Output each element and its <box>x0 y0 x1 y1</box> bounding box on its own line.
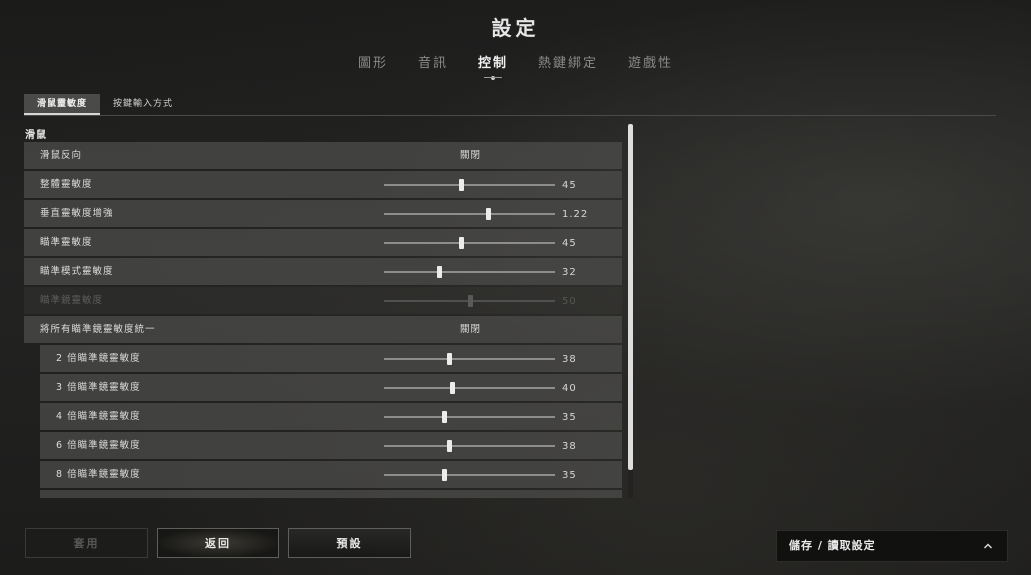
slider-track[interactable] <box>384 237 555 249</box>
apply-button[interactable]: 套用 <box>25 528 148 558</box>
reset-defaults-button[interactable]: 預設 <box>288 528 411 558</box>
slider-handle[interactable] <box>436 266 442 278</box>
subtab-mouse-sensitivity[interactable]: 滑鼠靈敏度 <box>24 94 101 115</box>
settings-category-tabs: 圖形 音訊 控制 熱鍵綁定 遊戲性 <box>0 52 1031 71</box>
slider-value: 35 <box>562 470 577 481</box>
toggle-row[interactable]: 滑鼠反向 關閉 <box>24 142 622 169</box>
tab-controls[interactable]: 控制 <box>476 52 510 71</box>
slider-row[interactable]: 瞄準模式靈敏度 32 <box>24 258 622 285</box>
toggle-row[interactable]: 將所有瞄準鏡靈敏度統一 關閉 <box>24 316 622 343</box>
setting-label: 整體靈敏度 <box>40 179 93 190</box>
slider-track[interactable] <box>384 411 555 423</box>
setting-label: 8 倍瞄準鏡靈敏度 <box>56 469 141 480</box>
slider-value: 1.22 <box>562 209 589 220</box>
back-button[interactable]: 返回 <box>157 528 279 558</box>
slider-value: 38 <box>562 441 577 452</box>
toggle-value[interactable]: 關閉 <box>460 316 481 343</box>
slider-row[interactable]: 整體靈敏度 45 <box>24 171 622 198</box>
slider-row: 瞄準鏡靈敏度 50 <box>24 287 622 314</box>
tab-audio[interactable]: 音訊 <box>416 52 450 71</box>
slider-value: 50 <box>562 296 577 307</box>
slider-handle[interactable] <box>441 411 447 423</box>
page-title: 設定 <box>491 16 540 40</box>
slider-value: 40 <box>562 383 577 394</box>
slider-value: 45 <box>562 238 577 249</box>
scrollbar-thumb[interactable] <box>628 124 633 470</box>
slider-track[interactable] <box>384 440 555 452</box>
slider-row[interactable]: 2 倍瞄準鏡靈敏度 38 <box>40 345 622 372</box>
setting-label: 2 倍瞄準鏡靈敏度 <box>56 353 141 364</box>
setting-label: 6 倍瞄準鏡靈敏度 <box>56 440 141 451</box>
slider-handle[interactable] <box>446 440 452 452</box>
save-load-settings-button[interactable]: 儲存 / 讀取設定 <box>776 530 1008 562</box>
slider-handle[interactable] <box>486 208 492 220</box>
tab-gameplay[interactable]: 遊戲性 <box>626 52 675 71</box>
slider-handle <box>467 295 473 307</box>
controls-sub-tabs: 滑鼠靈敏度 按鍵輸入方式 <box>24 94 996 116</box>
setting-label: 3 倍瞄準鏡靈敏度 <box>56 382 141 393</box>
slider-track[interactable] <box>384 469 555 481</box>
slider-value: 45 <box>562 180 577 191</box>
setting-label: 4 倍瞄準鏡靈敏度 <box>56 411 141 422</box>
setting-label: 滑鼠反向 <box>40 150 83 161</box>
slider-row[interactable]: 6 倍瞄準鏡靈敏度 38 <box>40 432 622 459</box>
slider-track <box>384 295 555 307</box>
slider-track[interactable] <box>384 179 555 191</box>
slider-value: 35 <box>562 412 577 423</box>
tab-keybindings[interactable]: 熱鍵綁定 <box>536 52 600 71</box>
setting-label: 垂直靈敏度增強 <box>40 208 114 219</box>
slider-track[interactable] <box>384 208 555 220</box>
slider-handle[interactable] <box>458 179 464 191</box>
toggle-value[interactable]: 關閉 <box>460 142 481 169</box>
slider-handle[interactable] <box>446 353 452 365</box>
slider-handle[interactable] <box>450 382 456 394</box>
slider-row[interactable]: 瞄準靈敏度 45 <box>24 229 622 256</box>
settings-list: 滑鼠反向 關閉 整體靈敏度 45 垂直靈敏度增強 1.22 瞄準靈敏度 45 瞄準模式靈敏度 32… <box>24 142 622 498</box>
tab-graphics[interactable]: 圖形 <box>356 52 390 71</box>
save-load-label: 儲存 / 讀取設定 <box>789 539 876 552</box>
slider-row[interactable]: 垂直靈敏度增強 1.22 <box>24 200 622 227</box>
slider-value: 38 <box>562 354 577 365</box>
settings-scrollbar[interactable] <box>628 124 633 498</box>
slider-handle[interactable] <box>458 237 464 249</box>
slider-row[interactable]: 8 倍瞄準鏡靈敏度 35 <box>40 461 622 488</box>
setting-label: 瞄準靈敏度 <box>40 237 93 248</box>
setting-label: 瞄準鏡靈敏度 <box>40 295 104 306</box>
subtab-input-method[interactable]: 按鍵輸入方式 <box>100 94 186 115</box>
slider-row[interactable]: 4 倍瞄準鏡靈敏度 35 <box>40 403 622 430</box>
slider-row[interactable]: 3 倍瞄準鏡靈敏度 40 <box>40 374 622 401</box>
section-title-mouse: 滑鼠 <box>25 130 47 141</box>
slider-track[interactable] <box>384 266 555 278</box>
slider-track[interactable] <box>384 353 555 365</box>
slider-handle[interactable] <box>441 469 447 481</box>
slider-value: 32 <box>562 267 577 278</box>
setting-label: 瞄準模式靈敏度 <box>40 266 114 277</box>
slider-row[interactable] <box>40 490 622 498</box>
settings-screen: 設定 圖形 音訊 控制 熱鍵綁定 遊戲性 滑鼠靈敏度 按鍵輸入方式 滑鼠 滑鼠反… <box>0 0 1031 575</box>
slider-track[interactable] <box>384 382 555 394</box>
setting-label: 將所有瞄準鏡靈敏度統一 <box>40 324 156 335</box>
chevron-up-icon <box>984 543 992 549</box>
